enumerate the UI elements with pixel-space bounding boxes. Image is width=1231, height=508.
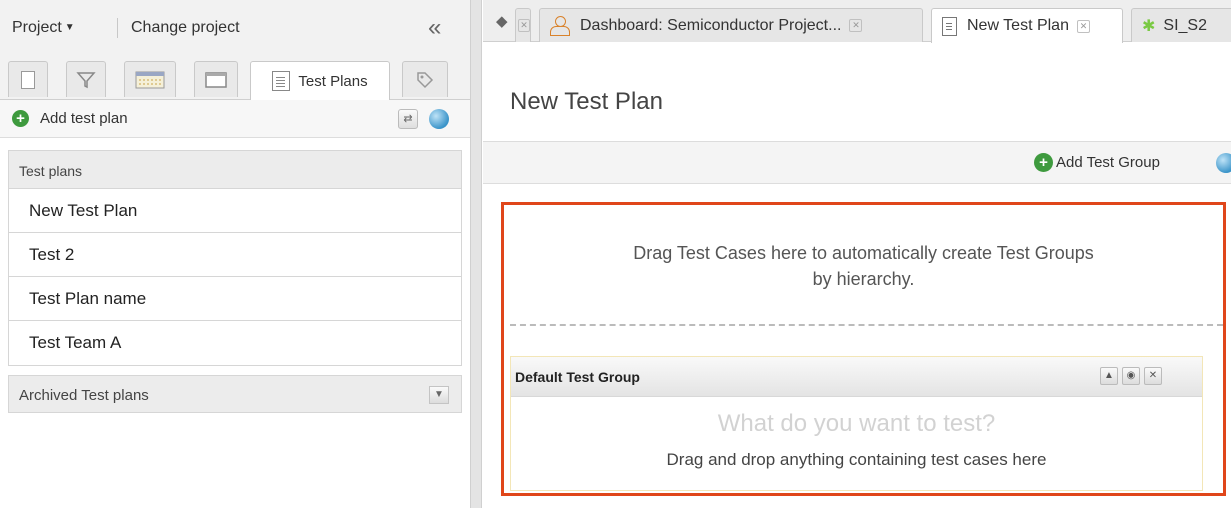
tab-list-view[interactable] [8, 61, 48, 97]
tab-filter[interactable] [66, 61, 106, 97]
default-test-group[interactable]: Default Test Group ▲ ◉ ✕ What do you wan… [510, 356, 1203, 491]
globe-icon[interactable] [429, 109, 449, 129]
page-title: New Test Plan [510, 88, 663, 115]
archived-test-plans-section[interactable]: Archived Test plans ▼ [8, 375, 462, 413]
collapse-panel-icon[interactable]: « [428, 14, 441, 42]
project-label: Project [12, 19, 62, 36]
tag-icon [417, 71, 434, 88]
close-icon[interactable]: ✕ [1144, 367, 1162, 385]
window-icon [205, 71, 227, 88]
tab-test-plans-label: Test Plans [298, 72, 368, 90]
group-header: Default Test Group ▲ ◉ ✕ [511, 357, 1202, 397]
project-menu[interactable]: Project ▼ [12, 19, 75, 37]
expand-dropdown-icon[interactable]: ▼ [429, 386, 449, 404]
left-tab-strip: Test Plans [0, 58, 470, 100]
change-project-link[interactable]: Change project [131, 19, 240, 37]
test-plans-list: Test plans New Test Plan Test 2 Test Pla… [8, 150, 462, 366]
left-panel: Project ▼ Change project « Test Plans + A… [0, 0, 470, 508]
close-icon[interactable]: ✕ [1076, 19, 1090, 33]
editor-tab-strip: ◆ ✕ Dashboard: Semiconductor Project... … [483, 0, 1231, 43]
group-title: Default Test Group [515, 369, 640, 385]
tab-si-s2[interactable]: ✱ SI_S2 [1131, 8, 1231, 42]
tab-test-plans[interactable]: Test Plans [250, 61, 390, 100]
close-icon[interactable]: ✕ [849, 19, 863, 32]
list-item[interactable]: Test Team A [9, 321, 461, 365]
tab-dashboard-label: Dashboard: Semiconductor Project... [580, 16, 842, 34]
group-drop-text: Drag and drop anything containing test c… [666, 450, 1047, 469]
test-plans-icon [272, 71, 291, 91]
move-up-icon[interactable]: ▲ [1100, 367, 1118, 385]
drag-message-line1: Drag Test Cases here to automatically cr… [633, 243, 1094, 263]
test-group-toolbar: + Add Test Group [483, 142, 1231, 184]
back-arrow-icon[interactable]: ◆ [496, 12, 508, 30]
separator [117, 18, 118, 38]
tab-new-test-plan-label: New Test Plan [967, 17, 1069, 34]
tab-new-test-plan[interactable]: New Test Plan ✕ [931, 8, 1123, 43]
add-icon[interactable]: + [1034, 153, 1053, 172]
archived-test-plans-label: Archived Test plans [19, 387, 149, 404]
list-item[interactable]: Test Plan name [9, 277, 461, 321]
tab-tags[interactable] [402, 61, 448, 97]
settings-icon[interactable]: ◉ [1122, 367, 1140, 385]
document-icon [942, 16, 957, 36]
add-icon[interactable]: + [12, 110, 29, 127]
panel-splitter[interactable] [470, 0, 482, 508]
tab-hidden-close[interactable]: ✕ [515, 8, 531, 42]
caret-down-icon: ▼ [64, 22, 75, 33]
dashed-divider [510, 324, 1223, 326]
test-case-drop-zone[interactable]: Drag Test Cases here to automatically cr… [501, 202, 1226, 496]
tab-si-s2-label: SI_S2 [1163, 16, 1207, 34]
project-bar: Project ▼ Change project « [0, 0, 470, 58]
tab-dashboard[interactable]: Dashboard: Semiconductor Project... ✕ [539, 8, 923, 42]
add-test-group-button[interactable]: Add Test Group [1056, 154, 1160, 171]
right-panel: ◆ ✕ Dashboard: Semiconductor Project... … [483, 0, 1231, 508]
list-item[interactable]: Test 2 [9, 233, 461, 277]
list-view-icon [21, 70, 35, 89]
globe-icon[interactable] [1216, 153, 1231, 173]
calendar-icon [135, 71, 165, 88]
drag-message-line2: by hierarchy. [812, 269, 915, 289]
add-test-plan-bar: + Add test plan ⇄ [0, 100, 470, 138]
tab-window[interactable] [194, 61, 238, 97]
drag-instructions: Drag Test Cases here to automatically cr… [504, 240, 1223, 292]
filter-icon [76, 71, 96, 88]
tab-calendar[interactable] [124, 61, 176, 97]
list-item[interactable]: New Test Plan [9, 189, 461, 233]
star-icon: ✱ [1142, 17, 1156, 35]
add-test-plan-button[interactable]: Add test plan [40, 110, 128, 127]
people-icon [550, 15, 572, 36]
group-placeholder: What do you want to test? [717, 410, 996, 437]
test-plans-header: Test plans [9, 151, 461, 189]
refresh-icon[interactable]: ⇄ [398, 109, 418, 129]
close-icon[interactable]: ✕ [518, 19, 530, 32]
